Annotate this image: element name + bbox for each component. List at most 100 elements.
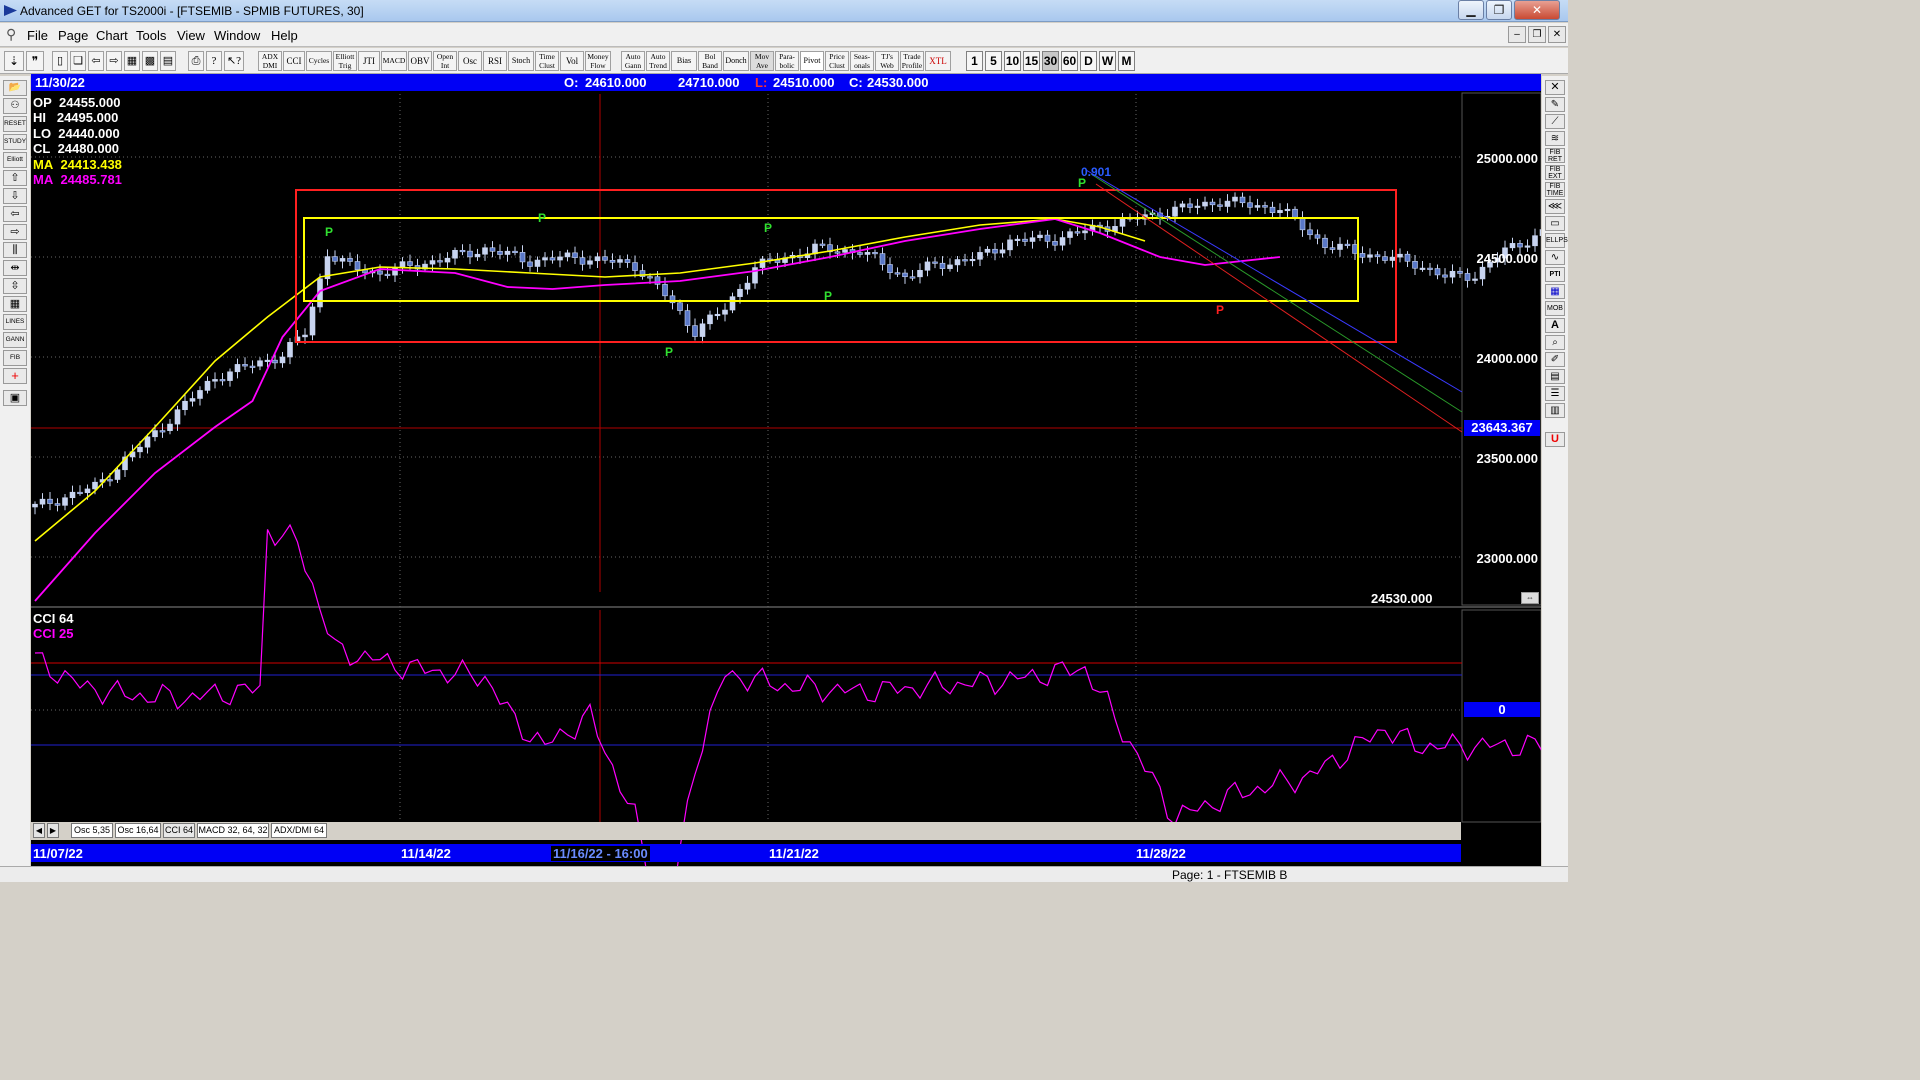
print-icon[interactable]: ⎙ [188, 51, 204, 71]
study-macd[interactable]: MACD [381, 51, 407, 71]
study-adx-dmi[interactable]: ADX DMI [258, 51, 282, 71]
maximize-button[interactable]: ❐ [1486, 0, 1512, 20]
timeframe-15[interactable]: 15 [1023, 51, 1040, 71]
study-tool[interactable]: STUDY [3, 134, 27, 150]
text-tool[interactable]: A [1545, 318, 1565, 333]
back-icon[interactable]: ⇦ [88, 51, 104, 71]
study-rsi[interactable]: RSI [483, 51, 507, 71]
study-obv[interactable]: OBV [408, 51, 432, 71]
study-open-int[interactable]: Open Int [433, 51, 457, 71]
elliott-tool[interactable]: Elliott [3, 152, 27, 168]
undo-tool[interactable]: U [1545, 432, 1565, 447]
gann-tool[interactable]: GANN [3, 332, 27, 348]
grid-lines-icon[interactable]: ▦ [1545, 284, 1565, 299]
mob-tool[interactable]: MOB [1545, 301, 1565, 316]
tab-cci-64[interactable]: CCI 64 [163, 823, 195, 838]
zoom-icon[interactable]: ⌕ [1545, 335, 1565, 350]
box-icon[interactable]: ▭ [1545, 216, 1565, 231]
study-osc[interactable]: Osc [458, 51, 482, 71]
menu-help[interactable]: Help [271, 28, 298, 43]
handshake-icon[interactable]: ⚇ [3, 98, 27, 114]
list-icon[interactable]: ☰ [1545, 386, 1565, 401]
study-price-clust[interactable]: Price Clust [825, 51, 849, 71]
timeframe-m[interactable]: M [1118, 51, 1135, 71]
timeframe-30[interactable]: 30 [1042, 51, 1059, 71]
study-jti[interactable]: JTI [358, 51, 380, 71]
arrow-left-icon[interactable]: ⇦ [3, 206, 27, 222]
tabs-scroll-left-icon[interactable]: ◀ [33, 823, 45, 838]
study-time-clust[interactable]: Time Clust [535, 51, 559, 71]
help-pointer-icon[interactable]: ↖? [224, 51, 244, 71]
menu-window[interactable]: Window [214, 28, 260, 43]
study-auto-gann[interactable]: Auto Gann [621, 51, 645, 71]
channel-icon[interactable]: ≋ [1545, 131, 1565, 146]
mdi-restore-button[interactable]: ❐ [1528, 26, 1546, 43]
close-button[interactable]: ✕ [1514, 0, 1560, 20]
minimize-button[interactable]: ▁ [1458, 0, 1484, 20]
tab-osc-16-64[interactable]: Osc 16,64 [115, 823, 161, 838]
expand-icon[interactable]: ⇹ [3, 260, 27, 276]
menu-view[interactable]: View [177, 28, 205, 43]
tab-osc-5-35[interactable]: Osc 5,35 [71, 823, 113, 838]
table-icon[interactable]: ▤ [160, 51, 176, 71]
chart-window[interactable]: 11/30/22 O: 24610.000 24710.000 L: 24510… [31, 74, 1541, 866]
notes-icon[interactable]: ▥ [1545, 403, 1565, 418]
menu-file[interactable]: File [27, 28, 48, 43]
timeframe-5[interactable]: 5 [985, 51, 1002, 71]
tabs-scroll-right-icon[interactable]: ▶ [47, 823, 59, 838]
timeframe-1[interactable]: 1 [966, 51, 983, 71]
hint-icon[interactable]: ? [206, 51, 222, 71]
study-trade-profile[interactable]: Trade Profile [900, 51, 924, 71]
study-mov-ave[interactable]: Mov Ave [750, 51, 774, 71]
app-menu-icon[interactable]: ⚲ [6, 26, 16, 43]
bars-icon[interactable]: ⫼ [3, 242, 27, 258]
pencil-icon[interactable]: ✎ [1545, 97, 1565, 112]
calculator-icon[interactable]: ▣ [3, 390, 27, 406]
arrow-right-icon[interactable]: ⇨ [3, 224, 27, 240]
reset-tool[interactable]: RESET [3, 116, 27, 132]
fib-ret-tool[interactable]: FIB RET [1545, 148, 1565, 163]
mdi-close-button[interactable]: ✕ [1548, 26, 1566, 43]
study-parabolic[interactable]: Para-bolic [775, 51, 799, 71]
study-auto-trend[interactable]: Auto Trend [646, 51, 670, 71]
tab-adx-dmi[interactable]: ADX/DMI 64 [271, 823, 327, 838]
menu-chart[interactable]: Chart [96, 28, 128, 43]
study-vol[interactable]: Vol [560, 51, 584, 71]
menu-tools[interactable]: Tools [136, 28, 166, 43]
open-folder-icon[interactable]: 📂 [3, 80, 27, 96]
study-stoch[interactable]: Stoch [508, 51, 534, 71]
timeframe-d[interactable]: D [1080, 51, 1097, 71]
study-elliott-trig[interactable]: Elliott Trig [333, 51, 357, 71]
ellipse-tool[interactable]: ELLPS [1545, 233, 1568, 248]
fib-time-tool[interactable]: FIB TIME [1545, 182, 1565, 197]
grid-icon[interactable]: ▩ [142, 51, 158, 71]
study-money-flow[interactable]: Money Flow [585, 51, 611, 71]
ruler-icon[interactable]: ▤ [1545, 369, 1565, 384]
study-cci[interactable]: CCI [283, 51, 305, 71]
new-page-icon[interactable]: ▯ [52, 51, 68, 71]
grid-tool-icon[interactable]: ▦ [3, 296, 27, 312]
fib-ext-tool[interactable]: FIB EXT [1545, 165, 1565, 180]
study-bias[interactable]: Bias [671, 51, 697, 71]
pointer-icon[interactable]: ⇣ [4, 51, 24, 71]
highlighter-icon[interactable]: ✐ [1545, 352, 1565, 367]
window-icon[interactable]: ▦ [124, 51, 140, 71]
trendline-icon[interactable]: ⟋ [1545, 114, 1565, 129]
forward-icon[interactable]: ⇨ [106, 51, 122, 71]
tab-macd[interactable]: MACD 32, 64, 32 [197, 823, 269, 838]
mdi-minimize-button[interactable]: – [1508, 26, 1526, 43]
close-tool-icon[interactable]: ✕ [1545, 80, 1565, 95]
timeframe-10[interactable]: 10 [1004, 51, 1021, 71]
menu-page[interactable]: Page [58, 28, 88, 43]
price-chart-svg[interactable]: PPPPPPP [31, 74, 1541, 866]
study-bol-band[interactable]: Bol Band [698, 51, 722, 71]
copy-icon[interactable]: ❏ [70, 51, 86, 71]
fan-icon[interactable]: ⋘ [1545, 199, 1565, 214]
quote-icon[interactable]: ❞ [26, 51, 44, 71]
timeframe-w[interactable]: W [1099, 51, 1116, 71]
study-pivot[interactable]: Pivot [800, 51, 824, 71]
crosshair-icon[interactable]: + [3, 368, 27, 384]
arrow-up-icon[interactable]: ⇧ [3, 170, 27, 186]
scale-icon[interactable]: ⇔ [1521, 592, 1539, 604]
arrow-down-icon[interactable]: ⇩ [3, 188, 27, 204]
